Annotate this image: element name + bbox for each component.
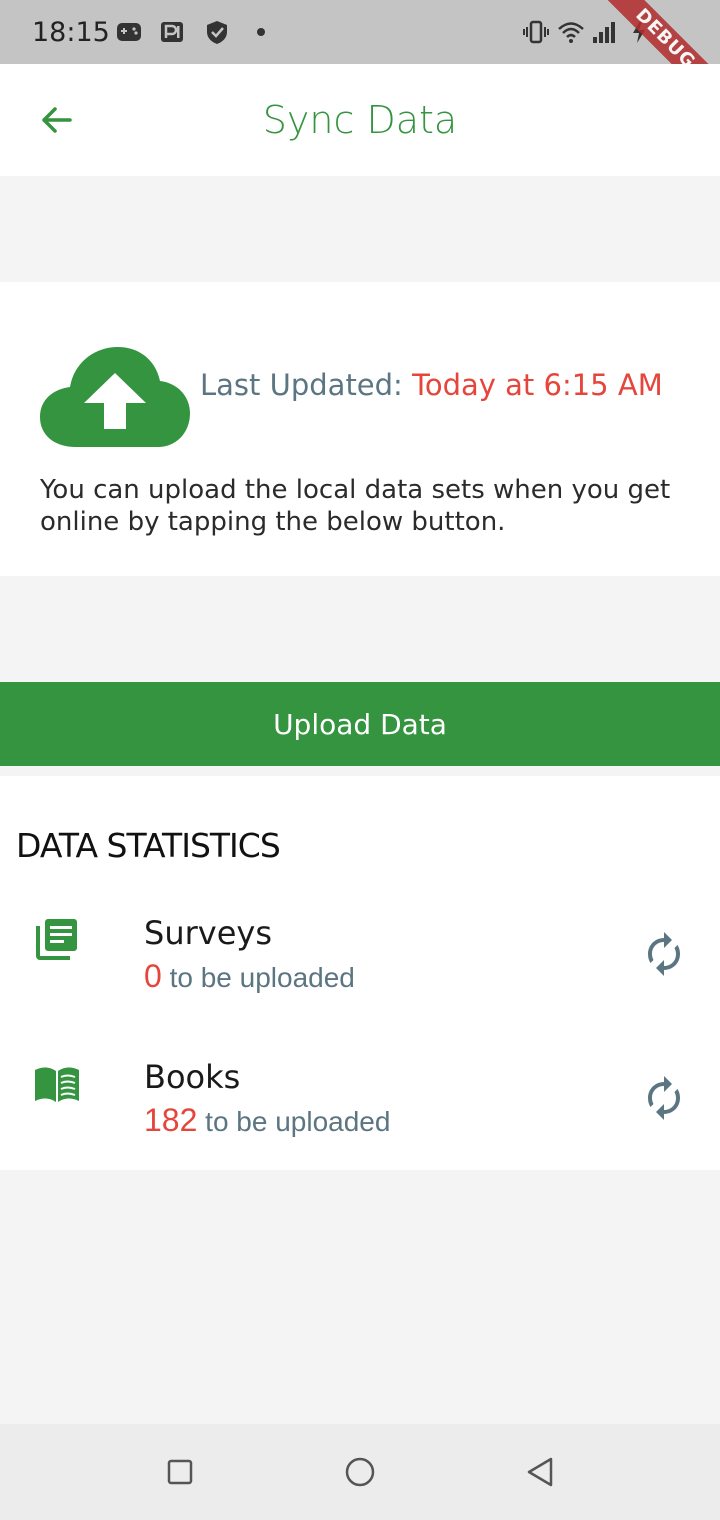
recent-apps-icon (167, 1459, 193, 1485)
statistics-list: Surveys 0 to be uploaded Books 182 to be… (0, 882, 720, 1170)
page-title: Sync Data (262, 98, 458, 142)
shield-icon (203, 18, 231, 46)
stat-title: Books (144, 1058, 241, 1096)
sync-icon (648, 1076, 680, 1120)
dot-icon (247, 18, 275, 46)
cloud-upload-icon (40, 347, 190, 447)
last-updated-value: Today at 6:15 AM (412, 368, 663, 402)
stat-title: Surveys (144, 914, 272, 952)
parking-icon (158, 18, 186, 46)
stat-suffix: to be uploaded (197, 1106, 391, 1137)
upload-description: You can upload the local data sets when … (40, 475, 671, 537)
status-time: 18:15 (32, 17, 110, 48)
back-icon (527, 1457, 553, 1487)
wifi-icon (557, 18, 585, 46)
vibrate-icon (522, 18, 550, 46)
app-bar: Sync Data (0, 64, 720, 176)
sync-info-card: Last Updated: Today at 6:15 AM You can u… (0, 282, 720, 576)
list-item-books: Books 182 to be uploaded (0, 1026, 720, 1170)
system-nav-bar (0, 1424, 720, 1520)
stat-subtitle: 0 to be uploaded (144, 958, 355, 995)
status-bar: 18:15 DEBUG (0, 0, 720, 116)
stat-count: 182 (144, 1102, 198, 1138)
stat-subtitle: 182 to be uploaded (144, 1102, 390, 1139)
last-updated-text: Last Updated: Today at 6:15 AM (200, 366, 670, 404)
recent-apps-button[interactable] (156, 1448, 204, 1496)
home-icon (345, 1457, 375, 1487)
statistics-header: DATA STATISTICS (16, 826, 281, 865)
stat-suffix: to be uploaded (161, 962, 355, 993)
list-item-surveys: Surveys 0 to be uploaded (0, 882, 720, 1026)
upload-data-button[interactable]: Upload Data (0, 682, 720, 766)
last-updated-label: Last Updated: (200, 368, 413, 402)
sync-books-button[interactable] (638, 1072, 690, 1124)
stat-count: 0 (144, 958, 162, 994)
sync-icon (648, 932, 680, 976)
system-back-button[interactable] (516, 1448, 564, 1496)
signal-icon (590, 18, 618, 46)
sync-surveys-button[interactable] (638, 928, 690, 980)
library-books-icon (36, 919, 77, 960)
menu-book-icon (35, 1067, 79, 1102)
gamepad-icon (115, 18, 143, 46)
home-button[interactable] (336, 1448, 384, 1496)
